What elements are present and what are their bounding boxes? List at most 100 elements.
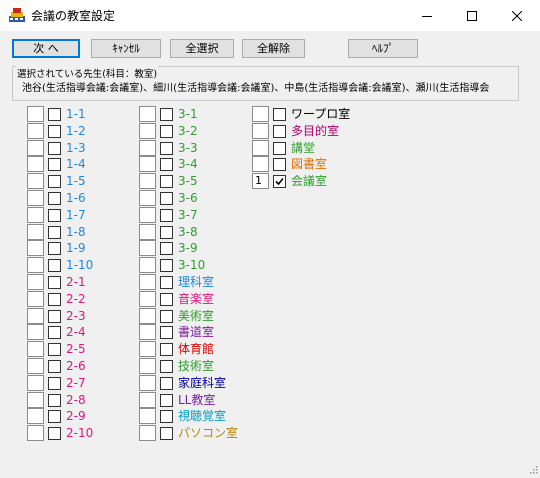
room-order-field[interactable]	[139, 375, 156, 391]
room-order-field[interactable]	[139, 190, 156, 206]
room-checkbox[interactable]	[160, 394, 173, 407]
next-button[interactable]: 次 へ	[12, 39, 80, 58]
room-order-field[interactable]	[139, 156, 156, 172]
select-all-button[interactable]: 全選択	[170, 39, 234, 58]
room-checkbox[interactable]	[273, 108, 286, 121]
room-order-field[interactable]	[139, 274, 156, 290]
room-checkbox[interactable]	[160, 427, 173, 440]
room-order-field[interactable]	[139, 324, 156, 340]
room-checkbox[interactable]	[48, 427, 61, 440]
room-checkbox[interactable]	[160, 108, 173, 121]
room-checkbox[interactable]	[160, 326, 173, 339]
room-checkbox[interactable]	[48, 343, 61, 356]
room-checkbox[interactable]	[48, 410, 61, 423]
room-checkbox[interactable]	[48, 276, 61, 289]
room-order-field[interactable]	[139, 224, 156, 240]
room-order-field[interactable]	[27, 341, 44, 357]
room-checkbox[interactable]	[48, 158, 61, 171]
room-checkbox[interactable]	[273, 175, 286, 188]
room-order-field[interactable]	[27, 408, 44, 424]
room-checkbox[interactable]	[160, 242, 173, 255]
room-order-field[interactable]	[139, 291, 156, 307]
room-checkbox[interactable]	[48, 192, 61, 205]
room-checkbox[interactable]	[160, 192, 173, 205]
room-order-field[interactable]	[27, 274, 44, 290]
room-order-field[interactable]	[27, 392, 44, 408]
room-checkbox[interactable]	[160, 175, 173, 188]
room-order-field[interactable]	[139, 140, 156, 156]
room-order-field[interactable]	[27, 173, 44, 189]
room-order-field[interactable]	[27, 207, 44, 223]
room-order-field[interactable]	[139, 240, 156, 256]
room-checkbox[interactable]	[48, 293, 61, 306]
room-order-field[interactable]	[139, 123, 156, 139]
room-order-field[interactable]	[139, 408, 156, 424]
room-checkbox[interactable]	[160, 343, 173, 356]
room-order-field[interactable]	[27, 106, 44, 122]
room-order-field[interactable]	[27, 156, 44, 172]
close-button[interactable]	[494, 0, 539, 31]
room-order-field[interactable]	[139, 106, 156, 122]
room-order-field[interactable]	[27, 358, 44, 374]
room-order-field[interactable]	[27, 308, 44, 324]
room-checkbox[interactable]	[48, 108, 61, 121]
cancel-button[interactable]: ｷｬﾝｾﾙ	[91, 39, 161, 58]
room-order-field[interactable]	[27, 224, 44, 240]
room-order-field[interactable]	[252, 123, 269, 139]
room-checkbox[interactable]	[160, 293, 173, 306]
room-order-field[interactable]	[27, 324, 44, 340]
room-order-field[interactable]	[139, 257, 156, 273]
room-checkbox[interactable]	[273, 142, 286, 155]
room-checkbox[interactable]	[48, 175, 61, 188]
room-checkbox[interactable]	[160, 209, 173, 222]
room-order-field[interactable]: 1	[252, 173, 269, 189]
clear-all-button[interactable]: 全解除	[242, 39, 305, 58]
room-checkbox[interactable]	[160, 226, 173, 239]
room-order-field[interactable]	[27, 190, 44, 206]
room-checkbox[interactable]	[48, 242, 61, 255]
room-checkbox[interactable]	[160, 377, 173, 390]
room-order-field[interactable]	[27, 291, 44, 307]
minimize-button[interactable]	[404, 0, 449, 31]
room-order-field[interactable]	[139, 173, 156, 189]
room-checkbox[interactable]	[160, 142, 173, 155]
room-checkbox[interactable]	[48, 142, 61, 155]
room-checkbox[interactable]	[160, 276, 173, 289]
room-checkbox[interactable]	[273, 158, 286, 171]
room-order-field[interactable]	[139, 425, 156, 441]
room-checkbox[interactable]	[48, 259, 61, 272]
room-checkbox[interactable]	[160, 410, 173, 423]
room-checkbox[interactable]	[48, 209, 61, 222]
room-order-field[interactable]	[139, 358, 156, 374]
room-order-field[interactable]	[27, 425, 44, 441]
maximize-button[interactable]	[449, 0, 494, 31]
room-order-field[interactable]	[139, 392, 156, 408]
room-order-field[interactable]	[139, 308, 156, 324]
room-checkbox[interactable]	[48, 125, 61, 138]
room-order-field[interactable]	[139, 341, 156, 357]
room-order-field[interactable]	[27, 140, 44, 156]
resize-grip[interactable]	[528, 459, 538, 474]
room-checkbox[interactable]	[160, 158, 173, 171]
room-checkbox[interactable]	[160, 360, 173, 373]
room-checkbox[interactable]	[48, 377, 61, 390]
room-order-field[interactable]	[27, 123, 44, 139]
room-checkbox[interactable]	[160, 310, 173, 323]
room-checkbox[interactable]	[160, 125, 173, 138]
room-row: 書道室	[139, 324, 249, 340]
room-checkbox[interactable]	[160, 259, 173, 272]
help-button[interactable]: ﾍﾙﾌﾟ	[348, 39, 418, 58]
room-checkbox[interactable]	[48, 394, 61, 407]
room-order-field[interactable]	[139, 207, 156, 223]
room-checkbox[interactable]	[48, 360, 61, 373]
room-order-field[interactable]	[252, 156, 269, 172]
room-order-field[interactable]	[27, 240, 44, 256]
room-checkbox[interactable]	[48, 310, 61, 323]
room-checkbox[interactable]	[273, 125, 286, 138]
room-order-field[interactable]	[27, 375, 44, 391]
room-checkbox[interactable]	[48, 326, 61, 339]
room-order-field[interactable]	[252, 106, 269, 122]
room-order-field[interactable]	[27, 257, 44, 273]
room-checkbox[interactable]	[48, 226, 61, 239]
room-order-field[interactable]	[252, 140, 269, 156]
